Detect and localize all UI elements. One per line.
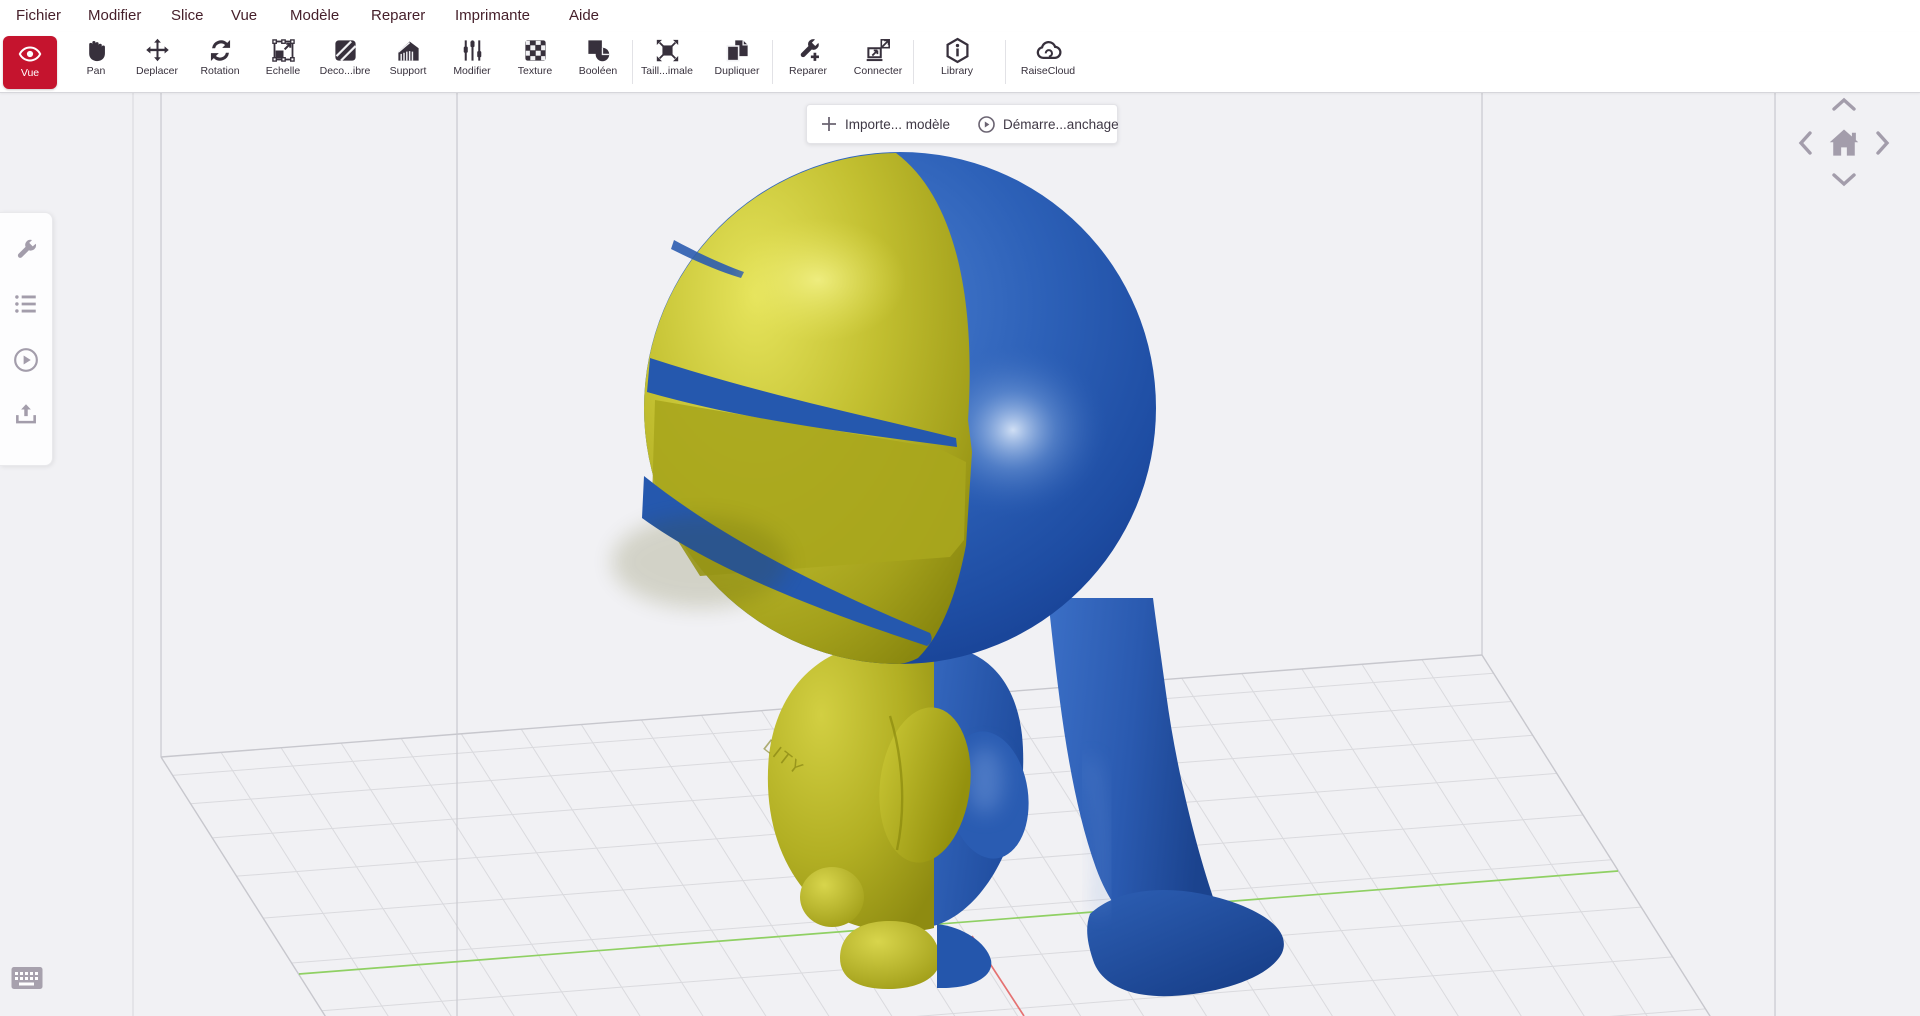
model-figurine[interactable]: LITY xyxy=(612,152,1284,996)
menu-bar: Fichier Modifier Slice Vue Modèle Repare… xyxy=(0,0,1920,33)
start-slicing-label: Démarre...anchage xyxy=(1003,117,1119,132)
max-size-icon xyxy=(654,37,681,64)
toolbar-label: Vue xyxy=(3,67,57,79)
toolbar-separator xyxy=(1005,40,1006,84)
rotate-icon xyxy=(207,37,234,64)
chevron-down-icon[interactable] xyxy=(1831,172,1857,188)
toolbar-texture[interactable]: Texture xyxy=(501,34,569,90)
viewport-action-card: Importe... modèle Démarre...anchage xyxy=(806,104,1118,144)
toolbar-raisecloud[interactable]: RaiseCloud xyxy=(1014,34,1082,90)
menu-reparer[interactable]: Reparer xyxy=(367,0,429,32)
library-icon xyxy=(944,37,971,64)
toolbar-separator xyxy=(913,40,914,84)
home-icon[interactable] xyxy=(1825,124,1863,162)
move-icon xyxy=(144,37,171,64)
toolbar-reparer[interactable]: Reparer xyxy=(774,34,842,90)
play-icon[interactable] xyxy=(13,347,39,373)
model-blue-flipper-foot xyxy=(1087,890,1284,996)
toolbar-vue-button[interactable]: Vue xyxy=(3,36,57,89)
3d-viewport[interactable]: LITY xyxy=(0,92,1920,1016)
menu-vue[interactable]: Vue xyxy=(227,0,261,32)
upload-icon[interactable] xyxy=(13,401,39,427)
menu-aide[interactable]: Aide xyxy=(565,0,603,32)
import-model-button[interactable]: Importe... modèle xyxy=(807,105,964,143)
arm-highlight xyxy=(967,746,1003,814)
menu-modifier[interactable]: Modifier xyxy=(84,0,145,32)
left-tool-panel xyxy=(0,212,53,466)
toolbar-echelle[interactable]: Echelle xyxy=(249,34,317,90)
hand-icon xyxy=(83,37,110,64)
model-rear-foot xyxy=(800,867,864,927)
toolbar-deplacer[interactable]: Deplacer xyxy=(123,34,191,90)
menu-fichier[interactable]: Fichier xyxy=(12,0,65,32)
menu-slice[interactable]: Slice xyxy=(167,0,208,32)
toolbar-pan[interactable]: Pan xyxy=(62,34,130,90)
toolbar-connecter[interactable]: Connecter xyxy=(844,34,912,90)
chevron-right-icon[interactable] xyxy=(1875,130,1891,156)
model-front-foot-blue xyxy=(937,924,991,988)
list-icon[interactable] xyxy=(13,291,39,317)
start-slicing-button[interactable]: Démarre...anchage xyxy=(964,105,1133,143)
play-circle-icon xyxy=(978,116,995,133)
menu-modele[interactable]: Modèle xyxy=(286,0,343,32)
chevron-left-icon[interactable] xyxy=(1797,130,1813,156)
sliders-icon xyxy=(459,37,486,64)
toolbar-booleen[interactable]: Booléen xyxy=(564,34,632,90)
keyboard-icon[interactable] xyxy=(11,966,43,990)
import-model-label: Importe... modèle xyxy=(845,117,950,132)
texture-icon xyxy=(522,37,549,64)
toolbar-rotation[interactable]: Rotation xyxy=(186,34,254,90)
view-nav-cluster xyxy=(1795,96,1891,188)
eye-icon xyxy=(18,42,42,66)
model-blue-leg xyxy=(1048,598,1216,942)
toolbar-modifier[interactable]: Modifier xyxy=(438,34,506,90)
head-rim-shadow xyxy=(612,516,788,608)
head-yellow-highlight xyxy=(730,218,906,342)
model-front-foot-yellow xyxy=(840,921,940,989)
wrench-icon[interactable] xyxy=(13,237,39,263)
chevron-up-icon[interactable] xyxy=(1831,96,1857,112)
toolbar-support[interactable]: Support xyxy=(374,34,442,90)
toolbar-taille-maximale[interactable]: Taill...imale xyxy=(633,34,701,90)
toolbar-decoupe-libre[interactable]: Deco...ibre xyxy=(311,34,379,90)
toolbar-dupliquer[interactable]: Dupliquer xyxy=(703,34,771,90)
scale-icon xyxy=(270,37,297,64)
duplicate-icon xyxy=(724,37,751,64)
menu-imprimante[interactable]: Imprimante xyxy=(451,0,534,32)
support-icon xyxy=(395,37,422,64)
boolean-icon xyxy=(585,37,612,64)
toolbar-library[interactable]: Library xyxy=(923,34,991,90)
free-cut-icon xyxy=(332,37,359,64)
connect-icon xyxy=(865,37,892,64)
toolbar-separator xyxy=(772,40,773,84)
toolbar: Vue Pan Deplacer Rotation Echelle xyxy=(0,32,1920,93)
repair-icon xyxy=(795,37,822,64)
cloud-icon xyxy=(1035,37,1062,64)
plus-icon xyxy=(821,116,837,132)
